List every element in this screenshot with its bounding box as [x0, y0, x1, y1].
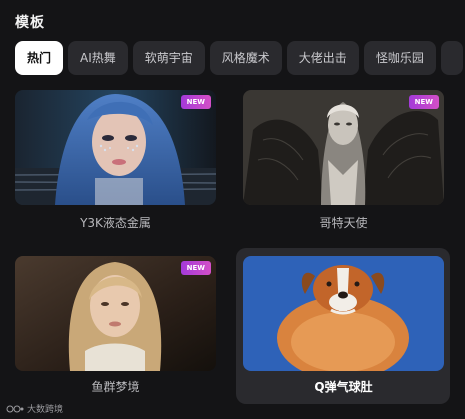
template-panel: 模板 热门 AI热舞 软萌宇宙 风格魔术 大佬出击 怪咖乐园 NEW Y3K液态…: [0, 0, 465, 419]
tab-ai-dance[interactable]: AI热舞: [68, 41, 128, 75]
tab-boss-attack[interactable]: 大佬出击: [286, 41, 359, 75]
watermark: 大数跨境: [6, 402, 63, 415]
template-title: Y3K液态金属: [80, 216, 151, 230]
template-title: 哥特天使: [319, 216, 368, 230]
new-badge: NEW: [180, 261, 211, 275]
tab-cute-universe[interactable]: 软萌宇宙: [132, 41, 205, 75]
template-thumbnail: [243, 256, 444, 371]
tab-style-magic[interactable]: 风格魔术: [209, 41, 282, 75]
template-title: Q弹气球肚: [314, 380, 373, 394]
template-title: 鱼群梦境: [91, 380, 140, 394]
new-badge: NEW: [408, 95, 439, 109]
watermark-text: 大数跨境: [27, 405, 64, 415]
tab-more[interactable]: [440, 41, 463, 75]
template-thumbnail: NEW: [243, 90, 444, 205]
new-badge: NEW: [180, 95, 211, 109]
tab-weird-paradise[interactable]: 怪咖乐园: [363, 41, 436, 75]
section-title: 模板: [15, 15, 45, 31]
template-thumbnail: NEW: [15, 90, 216, 205]
template-card-y3k[interactable]: NEW Y3K液态金属: [15, 90, 229, 240]
tab-hot[interactable]: 热门: [15, 41, 64, 75]
template-thumbnail: NEW: [15, 256, 216, 371]
template-card-balloon-belly[interactable]: Q弹气球肚: [236, 248, 450, 404]
template-card-fish-dream[interactable]: NEW 鱼群梦境: [15, 256, 229, 398]
thumbnail-image: [243, 256, 444, 371]
category-tabs: 热门 AI热舞 软萌宇宙 风格魔术 大佬出击 怪咖乐园: [15, 41, 465, 75]
watermark-logo-icon: [6, 405, 24, 412]
template-card-gothic-angel[interactable]: NEW 哥特天使: [243, 90, 457, 240]
